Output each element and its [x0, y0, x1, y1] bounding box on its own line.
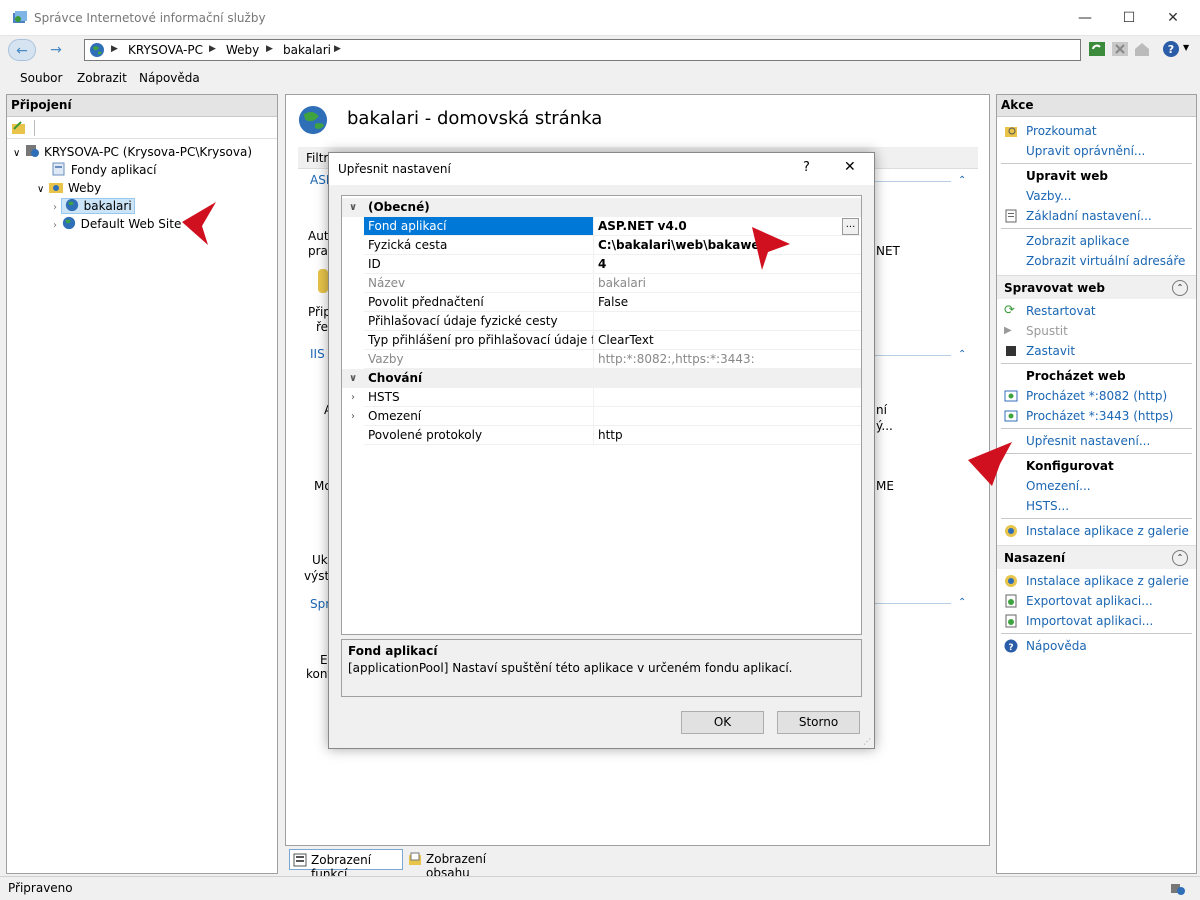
annotation-arrow-tree — [182, 202, 216, 245]
annotation-arrow-dialog — [752, 227, 790, 270]
annotation-arrow-actions — [968, 442, 1012, 486]
status-bar: Připraveno — [0, 876, 1200, 900]
status-text: Připraveno — [8, 881, 73, 895]
annotation-arrows — [182, 202, 1012, 486]
network-status-icon — [1171, 884, 1185, 895]
